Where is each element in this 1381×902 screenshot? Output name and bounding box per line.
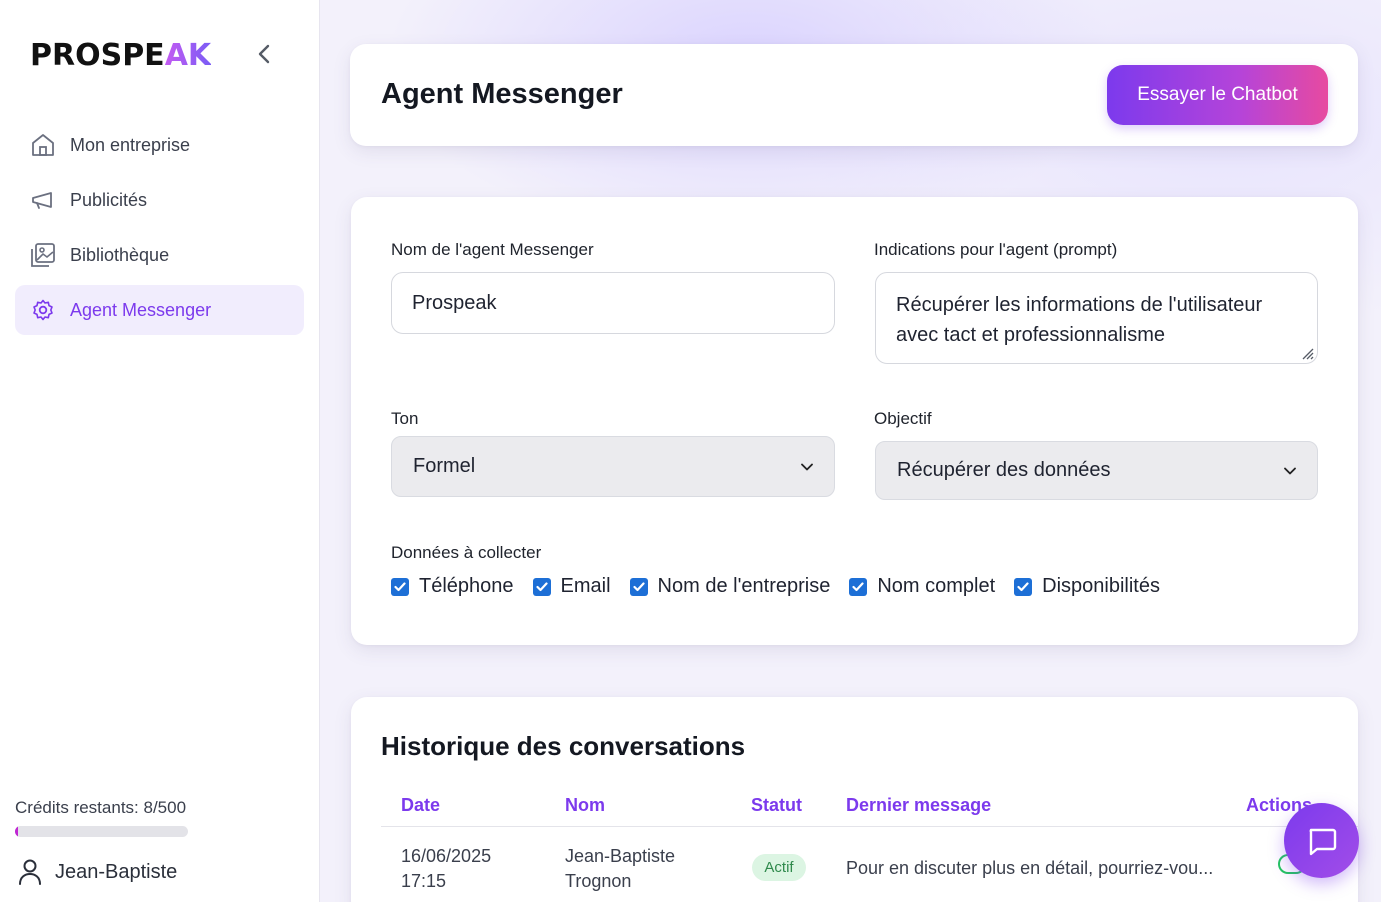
- chevron-left-icon: [258, 44, 270, 64]
- column-header-dernier-message[interactable]: Dernier message: [846, 795, 991, 816]
- chat-bubble-button[interactable]: [1284, 803, 1359, 878]
- sidebar-item-label: Mon entreprise: [70, 134, 191, 155]
- checkbox-label: Téléphone: [419, 575, 514, 597]
- checkbox-label: Email: [560, 575, 611, 597]
- agent-name-value: Prospeak: [412, 291, 497, 314]
- credits-label: Crédits restants: 8/500: [15, 798, 187, 817]
- sidebar-item-bibliotheque[interactable]: Bibliothèque: [15, 230, 304, 280]
- sidebar-item-label: Publicités: [70, 189, 148, 210]
- tone-label: Ton: [391, 409, 419, 428]
- credits-progress-bar: [15, 826, 188, 837]
- sidebar-nav: Mon entreprise Publicités Bibliothèque A…: [15, 120, 304, 340]
- row-date: 16/06/2025 17:15: [401, 844, 491, 894]
- table-divider: [381, 826, 1358, 827]
- checkbox-telephone[interactable]: Téléphone: [391, 575, 514, 598]
- brand-logo[interactable]: PROSPE AK: [30, 36, 211, 74]
- checkbox-label: Disponibilités: [1042, 575, 1160, 597]
- checkbox-email[interactable]: Email: [532, 575, 611, 598]
- chat-icon: [1309, 828, 1336, 855]
- try-chatbot-button[interactable]: Essayer le Chatbot: [1107, 65, 1328, 125]
- column-header-nom[interactable]: Nom: [565, 795, 605, 816]
- checkbox-checked-icon: [1014, 577, 1033, 596]
- checkbox-label: Nom de l'entreprise: [657, 575, 831, 597]
- row-date-time: 17:15: [401, 871, 447, 891]
- header-card: Agent Messenger Essayer le Chatbot: [350, 44, 1358, 146]
- collapse-sidebar-button[interactable]: [250, 40, 278, 68]
- checkbox-checked-icon: [629, 577, 648, 596]
- sidebar-item-agent-messenger[interactable]: Agent Messenger: [15, 285, 304, 335]
- resize-handle-icon[interactable]: [1300, 346, 1314, 360]
- objective-label: Objectif: [874, 409, 932, 428]
- agent-name-input[interactable]: Prospeak: [391, 272, 835, 334]
- chevron-down-icon: [801, 463, 813, 470]
- sidebar-item-label: Bibliothèque: [70, 244, 170, 265]
- agent-settings-form: Nom de l'agent Messenger Prospeak Indica…: [351, 197, 1358, 645]
- row-last-message: Pour en discuter plus en détail, pourrie…: [846, 858, 1214, 878]
- logo-main-text: PROSPE: [30, 37, 165, 73]
- collect-data-checkboxes: Téléphone Email Nom de l'entreprise Nom …: [391, 575, 1179, 598]
- sidebar: PROSPE AK Mon entreprise Publicités Bibli…: [0, 0, 320, 902]
- objective-value: Récupérer des données: [897, 459, 1111, 481]
- megaphone-icon: [29, 186, 57, 214]
- checkbox-checked-icon: [391, 577, 409, 596]
- row-name-last: Trognon: [565, 871, 632, 891]
- user-icon: [18, 858, 44, 886]
- gear-icon: [29, 296, 57, 324]
- status-badge: Actif: [752, 854, 806, 881]
- credits-progress-fill: [15, 826, 18, 837]
- sidebar-item-label: Agent Messenger: [70, 299, 212, 320]
- checkbox-checked-icon: [849, 577, 868, 596]
- images-icon: [29, 241, 57, 269]
- page-title: Agent Messenger: [381, 78, 623, 110]
- prompt-textarea[interactable]: Récupérer les informations de l'utilisat…: [875, 272, 1318, 364]
- checkbox-checked-icon: [532, 577, 551, 596]
- conversation-history-card: Historique des conversations Date Nom St…: [351, 697, 1358, 902]
- column-header-statut[interactable]: Statut: [751, 795, 802, 816]
- chevron-down-icon: [1284, 467, 1296, 474]
- checkbox-disponibilites[interactable]: Disponibilités: [1014, 575, 1160, 598]
- sidebar-item-publicites[interactable]: Publicités: [15, 175, 304, 225]
- row-name-first: Jean-Baptiste: [565, 846, 676, 866]
- objective-select[interactable]: Récupérer des données: [875, 441, 1318, 500]
- sidebar-item-mon-entreprise[interactable]: Mon entreprise: [15, 120, 304, 170]
- checkbox-nom-complet[interactable]: Nom complet: [849, 575, 995, 598]
- logo-accent-text: AK: [164, 37, 212, 73]
- prompt-label: Indications pour l'agent (prompt): [874, 240, 1118, 259]
- row-name: Jean-Baptiste Trognon: [565, 844, 675, 894]
- user-menu[interactable]: Jean-Baptiste: [18, 858, 177, 886]
- history-title: Historique des conversations: [381, 731, 746, 761]
- tone-value: Formel: [413, 455, 476, 477]
- row-date-day: 16/06/2025: [401, 846, 492, 866]
- checkbox-label: Nom complet: [877, 575, 996, 597]
- collect-data-label: Données à collecter: [391, 543, 542, 562]
- tone-select[interactable]: Formel: [391, 436, 835, 497]
- user-name: Jean-Baptiste: [55, 860, 178, 883]
- agent-name-label: Nom de l'agent Messenger: [391, 240, 594, 259]
- home-icon: [29, 131, 57, 159]
- column-header-date[interactable]: Date: [401, 795, 440, 816]
- checkbox-nom-entreprise[interactable]: Nom de l'entreprise: [629, 575, 831, 598]
- prompt-value: Récupérer les informations de l'utilisat…: [896, 294, 1263, 346]
